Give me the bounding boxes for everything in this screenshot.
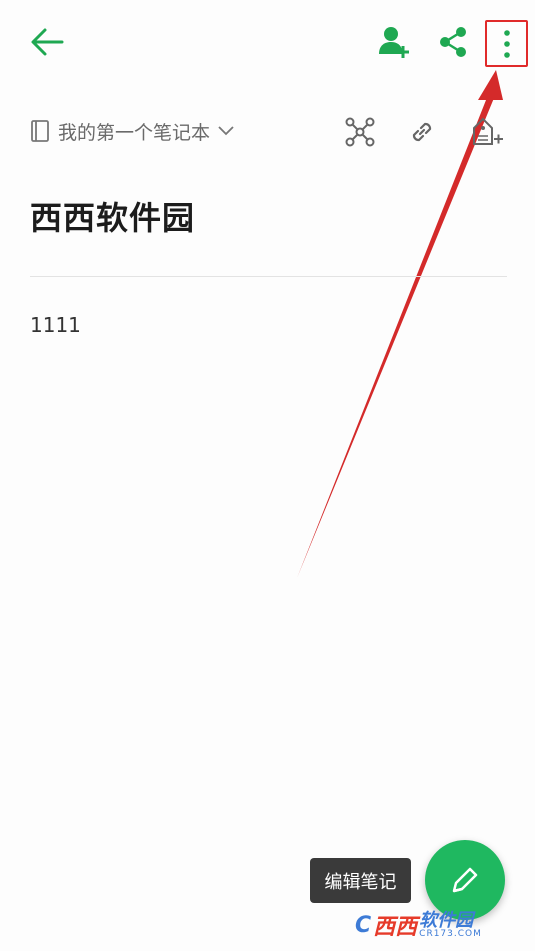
title-divider: [30, 276, 507, 277]
watermark-logo: C: [355, 912, 372, 938]
tag-add-icon: [473, 117, 503, 145]
note-graph-button[interactable]: [342, 114, 378, 150]
notebook-icon: [31, 120, 49, 142]
edit-note-tooltip: 编辑笔记: [310, 858, 411, 903]
add-tag-button[interactable]: [468, 112, 506, 150]
watermark-name-red: 西西: [373, 915, 418, 940]
link-icon: [412, 122, 432, 142]
site-watermark: C 西西 软件园 CR173.COM: [355, 905, 527, 945]
watermark-name-blue: 软件园: [419, 909, 474, 931]
note-view-screen: 我的第一个笔记本 西西软件园 1111 编辑笔记 C 西西 软件园 CR173.…: [0, 0, 535, 951]
note-body[interactable]: 1111: [30, 313, 81, 337]
chevron-down-icon: [218, 126, 234, 136]
notebook-selector[interactable]: 我的第一个笔记本: [30, 116, 234, 146]
watermark-url: CR173.COM: [419, 928, 482, 939]
pencil-icon: [452, 867, 478, 893]
copy-link-button[interactable]: [404, 114, 440, 150]
graph-network-icon: [345, 117, 375, 147]
note-title[interactable]: 西西软件园: [30, 193, 195, 239]
notebook-name: 我的第一个笔记本: [58, 121, 211, 144]
